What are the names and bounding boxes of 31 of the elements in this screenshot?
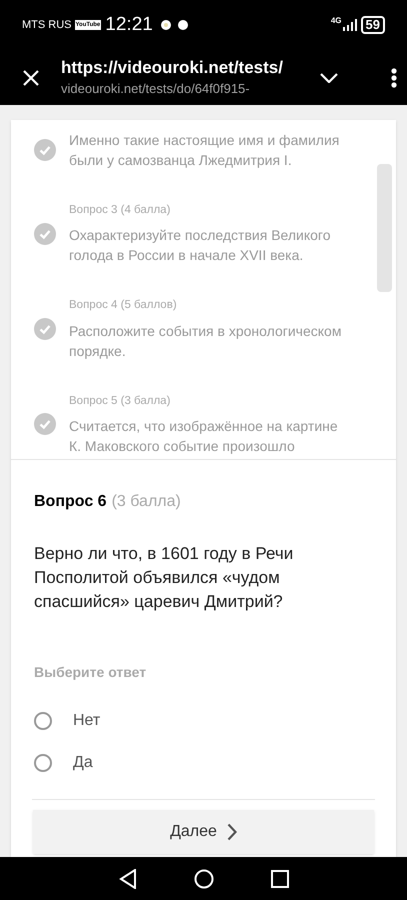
chevron-down-icon[interactable]: [320, 72, 338, 82]
carrier-name: MTS RUS: [22, 18, 72, 33]
page-url: https://videouroki.net/tests/: [61, 56, 284, 79]
page-address: videouroki.net/tests/do/64f0f915-: [61, 80, 251, 98]
question-summary[interactable]: Расположите события в хронологическом порядке.: [69, 320, 351, 360]
radio-button[interactable]: [34, 712, 52, 730]
battery-level: 59: [360, 16, 385, 34]
back-icon[interactable]: [118, 868, 136, 888]
option-label[interactable]: Да: [73, 751, 93, 775]
option-label[interactable]: Нет: [73, 709, 100, 733]
question-label: Вопрос 5 (3 балла): [69, 394, 172, 408]
scrollbar-thumb[interactable]: [377, 164, 392, 292]
answer-prompt: Выберите ответ: [34, 663, 148, 682]
question-title: Вопрос 6: [34, 492, 107, 512]
close-icon[interactable]: [23, 70, 39, 86]
more-menu-icon[interactable]: [391, 68, 397, 88]
question-summary[interactable]: Охарактеризуйте последствия Великого голода в России в начале XVII века.: [69, 225, 351, 266]
question-summary[interactable]: Считается, что изображённое на картине К. Маковского событие произошло: [69, 416, 351, 456]
home-icon[interactable]: [194, 868, 214, 888]
question-summary[interactable]: Именно такие настоящие имя и фамилия были у самозванца Лжедмитрия I.: [69, 130, 351, 170]
question-points: (3 балла): [112, 492, 181, 512]
question-text: Верно ли что, в 1601 году в Речи Посполитой объявился «чудом спасшийся» царевич Дмитрий?: [34, 543, 294, 613]
network-type: 4G: [330, 15, 342, 27]
question-label: Вопрос 4 (5 баллов): [69, 298, 178, 314]
signal-icon: [342, 19, 357, 31]
recents-icon[interactable]: [270, 870, 288, 888]
question-label: Вопрос 3 (4 балла): [69, 203, 172, 218]
clock: 12:21: [105, 12, 153, 37]
chevron-right-icon: [226, 823, 237, 841]
radio-button[interactable]: [34, 754, 52, 772]
next-button[interactable]: Далее: [33, 810, 374, 854]
